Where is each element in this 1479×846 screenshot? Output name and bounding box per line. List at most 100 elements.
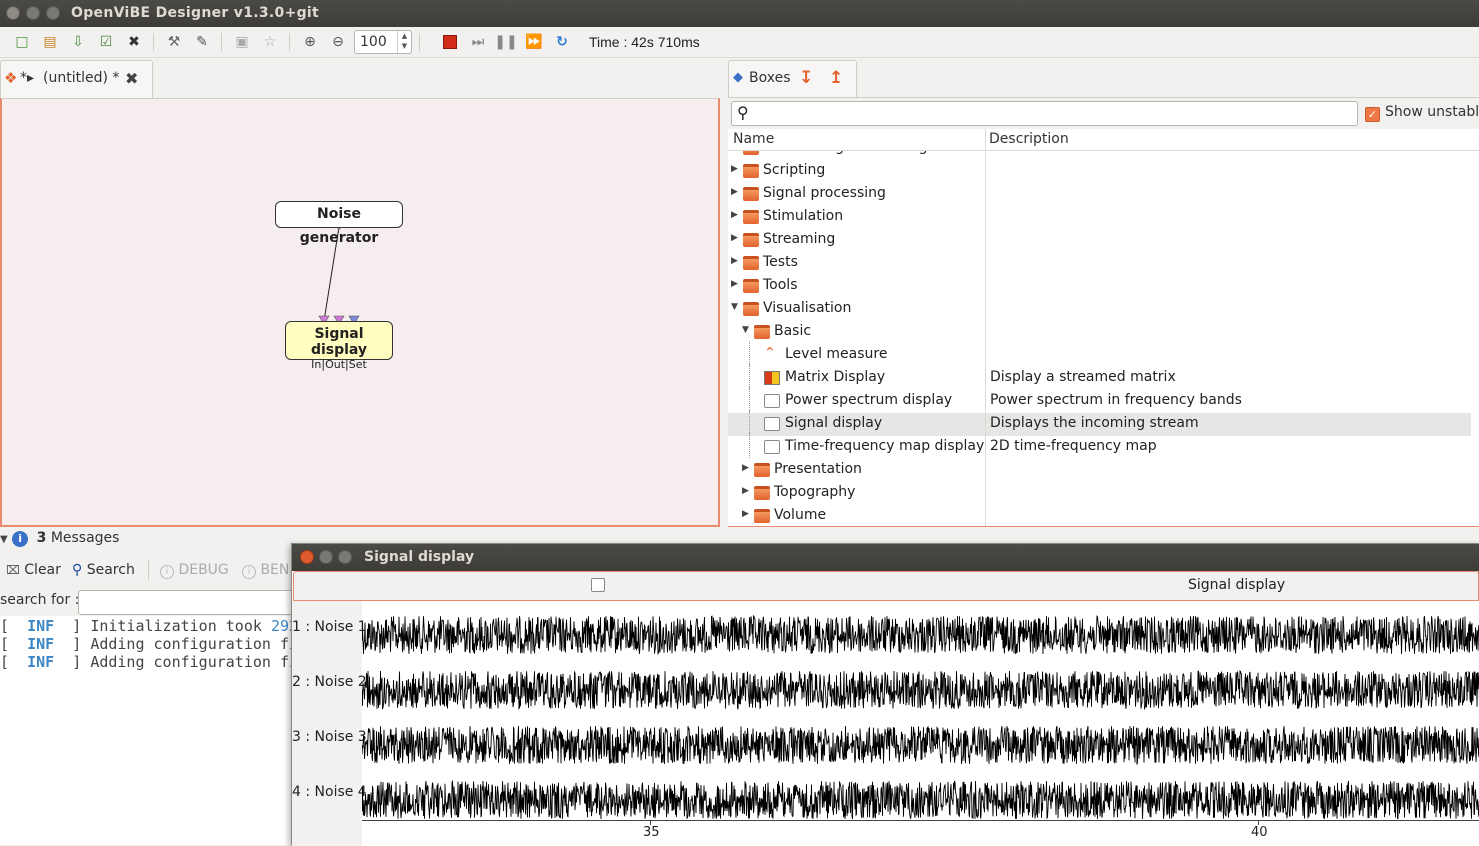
messages-header[interactable]: ▼ i 3 Messages [0,530,119,547]
search-button[interactable]: ⚲ Search [72,562,135,578]
close-scenario-icon[interactable]: ✖ [124,32,144,52]
collapsed-arrow-icon[interactable]: ▶ [731,233,738,243]
zoom-in-icon[interactable]: ⊕ [300,32,320,52]
upload-arrow-icon[interactable]: ↥ [829,68,843,88]
expanded-arrow-icon[interactable]: ▼ [742,325,749,335]
log-text: Initialization took [90,617,271,635]
maximize-window-button[interactable] [46,6,60,20]
tree-row[interactable]: ▶ Volume [728,505,1479,526]
debug-toggle[interactable]: i DEBUG [160,562,229,579]
signal-box-name: Signal display [310,326,368,358]
bench-label: BEN [260,562,290,578]
collapse-arrow-icon[interactable]: ▼ [0,534,8,545]
edit-icon[interactable]: ✎ [192,32,212,52]
tree-row-label: Streaming [763,231,836,247]
zoom-out-icon[interactable]: ⊖ [328,32,348,52]
minimize-window-button[interactable] [26,6,40,20]
tree-row[interactable]: ▶ Topography [728,482,1479,505]
tree-row[interactable]: ⌃ Level measure [728,341,1479,367]
collapsed-arrow-icon[interactable]: ▶ [731,187,738,197]
tree-row[interactable]: ▶ Tests [728,252,1479,275]
channel-label: 4 : Noise 4 [292,784,367,800]
tools-icon[interactable]: ⚒ [164,32,184,52]
fast-forward-icon[interactable]: ⏩ [524,32,544,52]
reload-icon[interactable]: ↻ [552,32,572,52]
tree-row[interactable]: ▶ Streaming [728,229,1479,252]
tree-row[interactable]: ▶ Scripting [728,160,1479,183]
open-scenario-icon[interactable]: ▤ [40,32,60,52]
log-level: INF [27,617,55,635]
bench-toggle[interactable]: i BEN [242,562,289,579]
save-scenario-icon[interactable]: ⇩ [68,32,88,52]
signal-minimize-button[interactable] [319,550,333,564]
zoom-stepper[interactable]: 100 ▲ ▼ [354,30,412,54]
signal-maximize-button[interactable] [338,550,352,564]
tree-row[interactable]: ▼ Visualisation [728,298,1479,321]
message-log[interactable]: [ INF ] Initialization took 292[ INF ] A… [0,616,300,845]
expanded-arrow-icon[interactable]: ▼ [731,302,738,312]
copy-icon[interactable]: ▣ [232,32,252,52]
tree-row[interactable]: Matrix Display Display a streamed matrix [728,364,1479,390]
box-search-input[interactable]: ⚲ [731,101,1358,126]
window-title: OpenViBE Designer v1.3.0+git [71,5,320,21]
column-description[interactable]: Description [989,131,1069,147]
folder-icon [754,509,770,523]
search-label: Search [86,562,135,578]
scenario-icon: ❖ [4,69,18,87]
folder-icon [743,210,759,224]
tree-row-label: Signal display [785,415,883,431]
folder-icon [743,302,759,316]
box-tree[interactable]: ▶File reading and writing▶Scripting▶Sign… [728,129,1479,526]
close-tab-icon[interactable]: ✖ [125,69,138,88]
tree-row[interactable]: Signal display Displays the incoming stre… [728,410,1479,436]
collapsed-arrow-icon[interactable]: ▶ [731,210,738,220]
tree-scrollbar[interactable] [1471,152,1479,526]
boxes-icon: ◆ [733,70,743,85]
new-scenario-icon[interactable]: □ [12,32,32,52]
folder-icon [743,279,759,293]
folder-icon [743,164,759,178]
tree-row[interactable]: ▶ Presentation [728,459,1479,482]
tab-boxes[interactable]: ◆ Boxes ↧ ↥ [728,60,857,98]
folder-icon [743,187,759,201]
tree-row[interactable]: ▶ Stimulation [728,206,1479,229]
signal-close-button[interactable] [300,550,314,564]
collapsed-arrow-icon[interactable]: ▶ [731,279,738,289]
clear-button[interactable]: ⌧ Clear [6,562,61,578]
tree-row[interactable]: ▶ Tools [728,275,1479,298]
stop-icon[interactable] [440,32,460,52]
save-as-icon[interactable]: ☑ [96,32,116,52]
pause-icon[interactable]: ❚❚ [494,32,517,52]
column-name[interactable]: Name [733,131,774,147]
box-grid-icon [764,394,780,408]
collapsed-arrow-icon[interactable]: ▶ [731,164,738,174]
tree-row[interactable]: Power spectrum display Power spectrum in … [728,387,1479,413]
scenario-canvas[interactable]: Noise generator Signal display In|Out|Se… [0,98,720,527]
collapsed-arrow-icon[interactable]: ▶ [742,463,749,473]
tree-row[interactable]: ▶ Signal processing [728,183,1479,206]
log-text: Adding configuration fi [90,635,299,653]
collapsed-arrow-icon[interactable]: ▶ [742,486,749,496]
download-arrow-icon[interactable]: ↧ [799,68,813,88]
signal-plot-area[interactable]: 1 : Noise 1 2 : Noise 2 3 : Noise 3 4 : Noi… [292,601,1479,846]
tree-row-label: Visualisation [763,300,852,316]
collapsed-arrow-icon[interactable]: ▶ [731,256,738,266]
zoom-spin-buttons[interactable]: ▲ ▼ [397,31,411,53]
noise-generator-box[interactable]: Noise generator [275,201,403,246]
signal-display-box[interactable]: Signal display In|Out|Set [285,321,393,371]
tree-row-description: Power spectrum in frequency bands [990,392,1242,408]
log-line: [ INF ] Adding configuration fi [0,635,298,653]
show-unstable-checkbox[interactable]: ✓ Show unstabl [1365,104,1479,122]
message-search-input[interactable] [78,590,298,615]
tree-row[interactable]: ▼ Basic [728,321,1479,344]
close-window-button[interactable] [6,6,20,20]
tree-header: Name Description [728,129,1479,151]
tree-line [749,387,750,412]
step-icon[interactable]: ⏭ [468,32,488,52]
star-icon[interactable]: ☆ [260,32,280,52]
signal-display-tab[interactable]: Signal display [293,571,1479,601]
signal-tab-label: Signal display [1188,577,1286,593]
collapsed-arrow-icon[interactable]: ▶ [742,509,749,519]
tab-scenario[interactable]: ❖ *▸ (untitled) * ✖ [0,60,153,98]
tree-row[interactable]: Time-frequency map display 2D time-freque… [728,433,1479,459]
